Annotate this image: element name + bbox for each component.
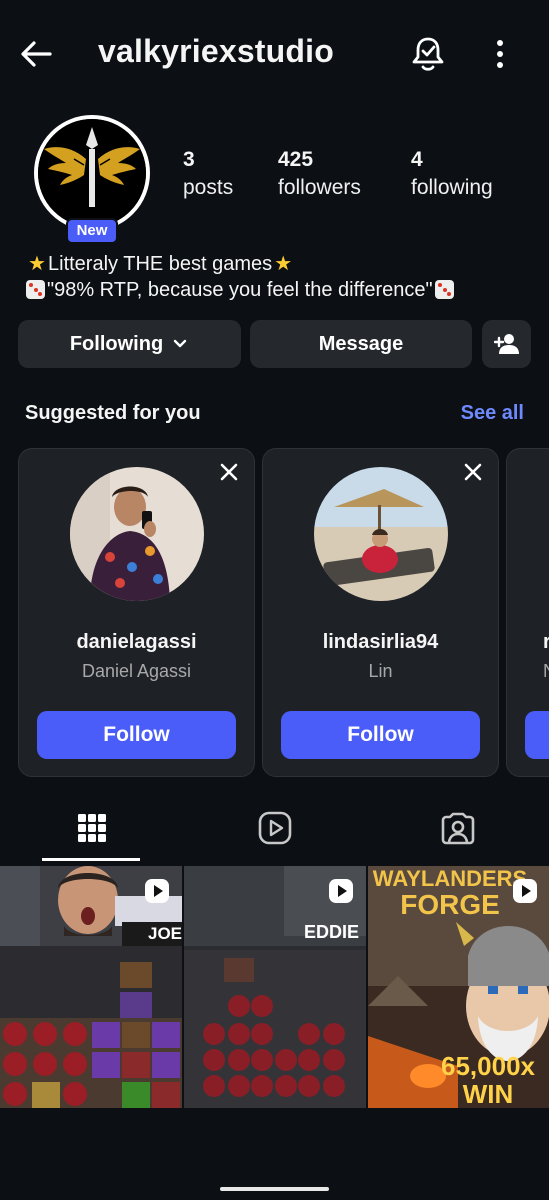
- bio-text-1: Litteraly THE best games: [48, 253, 273, 275]
- new-badge: New: [66, 218, 118, 244]
- grid-post[interactable]: WAYLANDERS FORGE 65,000x WIN: [368, 866, 549, 1108]
- follow-button-partial[interactable]: [525, 711, 549, 759]
- reels-icon: [258, 811, 291, 845]
- beach-photo: [314, 467, 448, 601]
- stat-followers-count: 425: [278, 148, 314, 171]
- posts-grid: JOE EDDIE WAYLANDERS FORGE 65,000x WIN: [0, 866, 549, 1108]
- notification-bell-icon[interactable]: [408, 33, 448, 73]
- add-user-button[interactable]: [482, 320, 531, 368]
- reel-icon: [145, 879, 169, 903]
- stat-posts-count: 3: [183, 148, 195, 171]
- tagged-person-icon: [441, 812, 474, 845]
- post-win-amount: 65,000x WIN: [426, 1052, 549, 1108]
- post-overlay-text: JOE: [148, 924, 182, 943]
- reel-icon: [329, 879, 353, 903]
- stat-posts-label: posts: [183, 176, 234, 199]
- tab-reels[interactable]: [183, 794, 366, 862]
- dice-icon: [434, 280, 454, 299]
- grid-post[interactable]: JOE: [0, 866, 182, 1108]
- suggestion-name-partial: N: [543, 661, 549, 682]
- stat-followers[interactable]: 425 followers: [278, 147, 361, 203]
- close-icon[interactable]: [218, 461, 240, 483]
- stat-following-count: 4: [411, 148, 423, 171]
- close-icon[interactable]: [462, 461, 484, 483]
- star-icon: ★: [274, 253, 293, 275]
- follow-button[interactable]: Follow: [281, 711, 480, 759]
- suggestion-card[interactable]: danielagassi Daniel Agassi Follow: [18, 448, 255, 777]
- suggestion-name: Daniel Agassi: [81, 661, 192, 681]
- see-all-link[interactable]: See all: [461, 402, 524, 425]
- star-icon: ★: [28, 253, 46, 275]
- post-overlay-text: EDDIE: [304, 922, 360, 942]
- valkyrie-logo: [38, 119, 146, 227]
- profile-bio: ★ Litteraly THE best games ★ "98% RTP, bec…: [26, 251, 456, 303]
- chevron-down-icon: [173, 339, 187, 348]
- bio-text-2: "98% RTP, because you feel the differenc…: [47, 279, 433, 301]
- dice-icon: [26, 280, 45, 299]
- add-person-icon: [493, 334, 519, 354]
- suggested-title: Suggested for you: [25, 402, 201, 424]
- post-title-line-2: FORGE: [400, 889, 500, 920]
- stat-posts[interactable]: 3 posts: [183, 147, 233, 203]
- top-bar: valkyriexstudio: [0, 0, 549, 106]
- suggestion-handle[interactable]: lindasirlia94: [263, 631, 498, 654]
- suggestion-name: Lin: [368, 661, 393, 681]
- active-tab-indicator: [42, 858, 140, 861]
- profile-avatar[interactable]: [34, 115, 150, 231]
- reel-icon: [513, 879, 537, 903]
- post-win-label: WIN: [462, 1079, 514, 1108]
- suggestion-handle[interactable]: danielagassi: [19, 631, 254, 654]
- person-photo: [70, 467, 204, 601]
- message-button[interactable]: Message: [250, 320, 472, 368]
- more-options-icon[interactable]: [484, 36, 516, 72]
- tab-tagged[interactable]: [366, 794, 549, 862]
- profile-username: valkyriexstudio: [98, 33, 334, 69]
- grid-post[interactable]: EDDIE: [184, 866, 366, 1108]
- tab-grid[interactable]: [0, 794, 183, 862]
- stat-following-label: following: [411, 176, 493, 199]
- stat-following[interactable]: 4 following: [411, 147, 493, 203]
- profile-tabs: [0, 794, 549, 862]
- home-indicator[interactable]: [220, 1187, 329, 1191]
- suggestion-handle-partial: r: [543, 631, 549, 654]
- stat-followers-label: followers: [278, 176, 361, 199]
- grid-icon: [77, 814, 106, 842]
- suggestion-avatar[interactable]: [314, 467, 448, 601]
- follow-button[interactable]: Follow: [37, 711, 236, 759]
- bio-line-1: ★ Litteraly THE best games ★: [26, 251, 456, 277]
- suggestion-card-partial[interactable]: r N: [506, 448, 549, 777]
- back-arrow-icon[interactable]: [16, 34, 56, 74]
- post-win-value: 65,000x: [441, 1051, 535, 1081]
- suggestion-card[interactable]: lindasirlia94 Lin Follow: [262, 448, 499, 777]
- message-button-label: Message: [318, 332, 404, 355]
- post-title: WAYLANDERS FORGE: [370, 866, 530, 920]
- suggestion-avatar[interactable]: [70, 467, 204, 601]
- following-button-label: Following: [69, 332, 164, 355]
- bio-line-2: "98% RTP, because you feel the differenc…: [26, 277, 456, 303]
- following-button[interactable]: Following: [18, 320, 241, 368]
